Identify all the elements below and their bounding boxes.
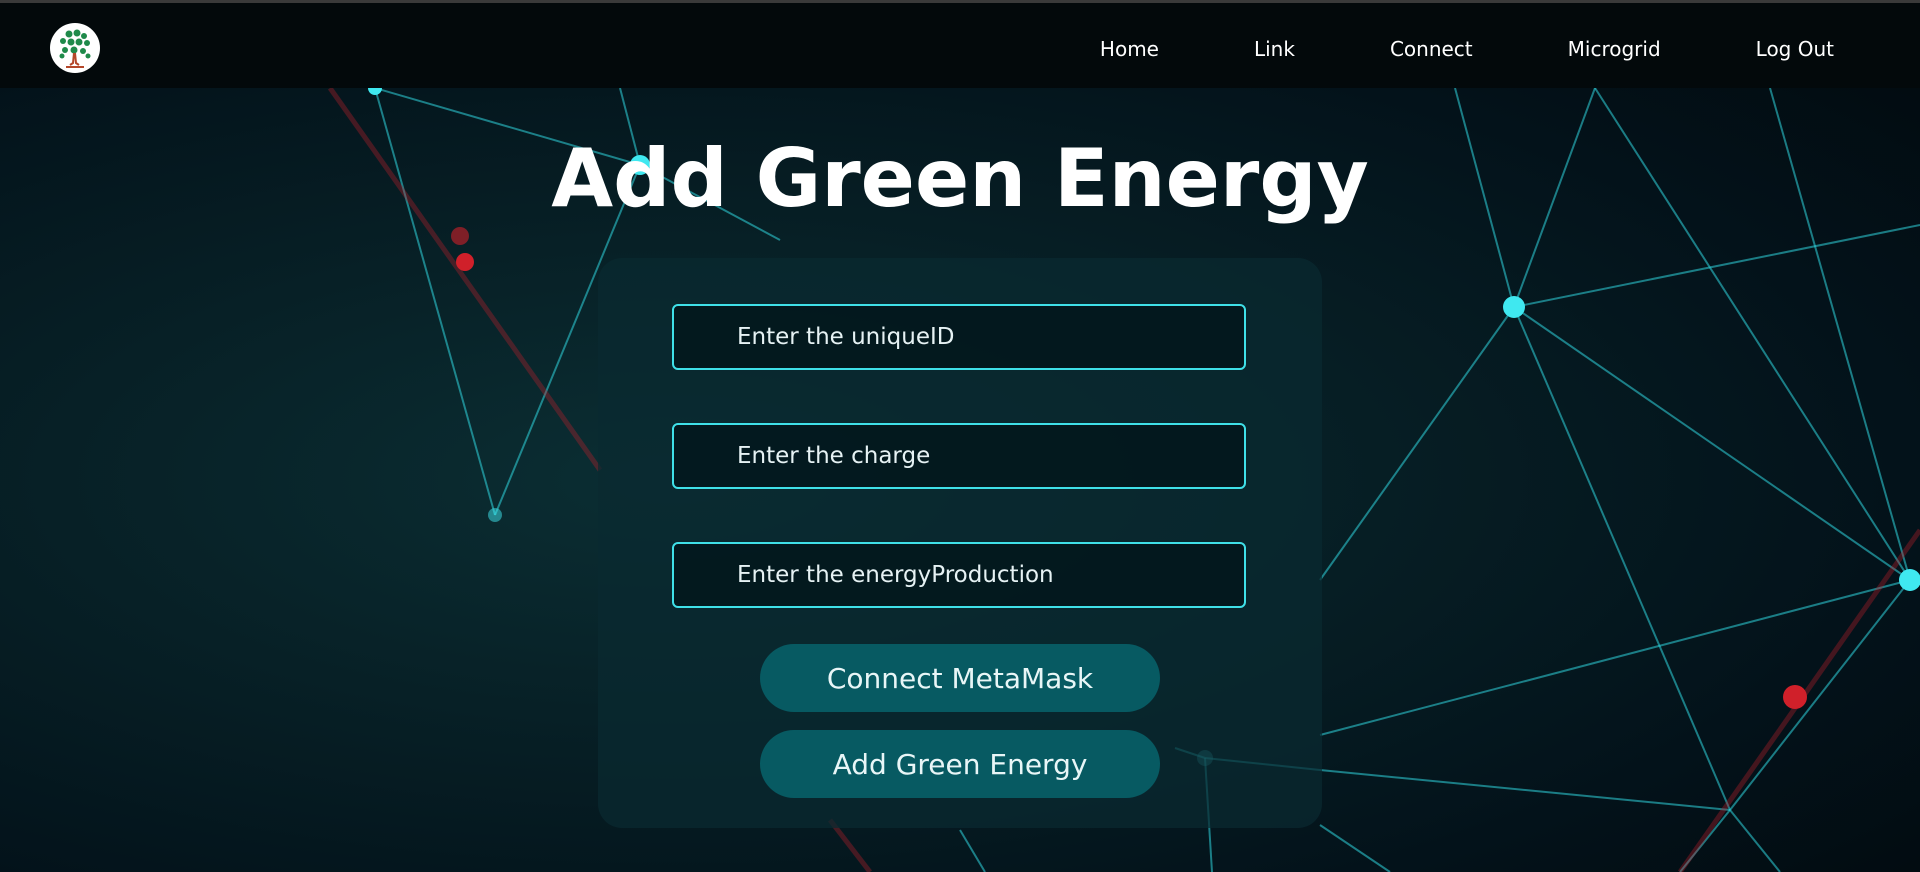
nav-links: Home Link Connect Microgrid Log Out: [1005, 37, 1834, 61]
connect-metamask-button[interactable]: Connect MetaMask: [760, 644, 1160, 712]
unique-id-input[interactable]: [672, 304, 1246, 370]
nav-connect-link[interactable]: Connect: [1390, 37, 1473, 61]
navbar: Home Link Connect Microgrid Log Out: [0, 3, 1920, 88]
nav-microgrid-link[interactable]: Microgrid: [1568, 37, 1661, 61]
nav-link-link[interactable]: Link: [1254, 37, 1295, 61]
nav-home-link[interactable]: Home: [1100, 37, 1159, 61]
charge-input[interactable]: [672, 423, 1246, 489]
energy-production-input[interactable]: [672, 542, 1246, 608]
tree-logo-icon[interactable]: [50, 23, 100, 73]
add-green-energy-button[interactable]: Add Green Energy: [760, 730, 1160, 798]
nav-logout-link[interactable]: Log Out: [1756, 37, 1834, 61]
page: Home Link Connect Microgrid Log Out Add …: [0, 0, 1920, 872]
page-title: Add Green Energy: [551, 132, 1369, 225]
